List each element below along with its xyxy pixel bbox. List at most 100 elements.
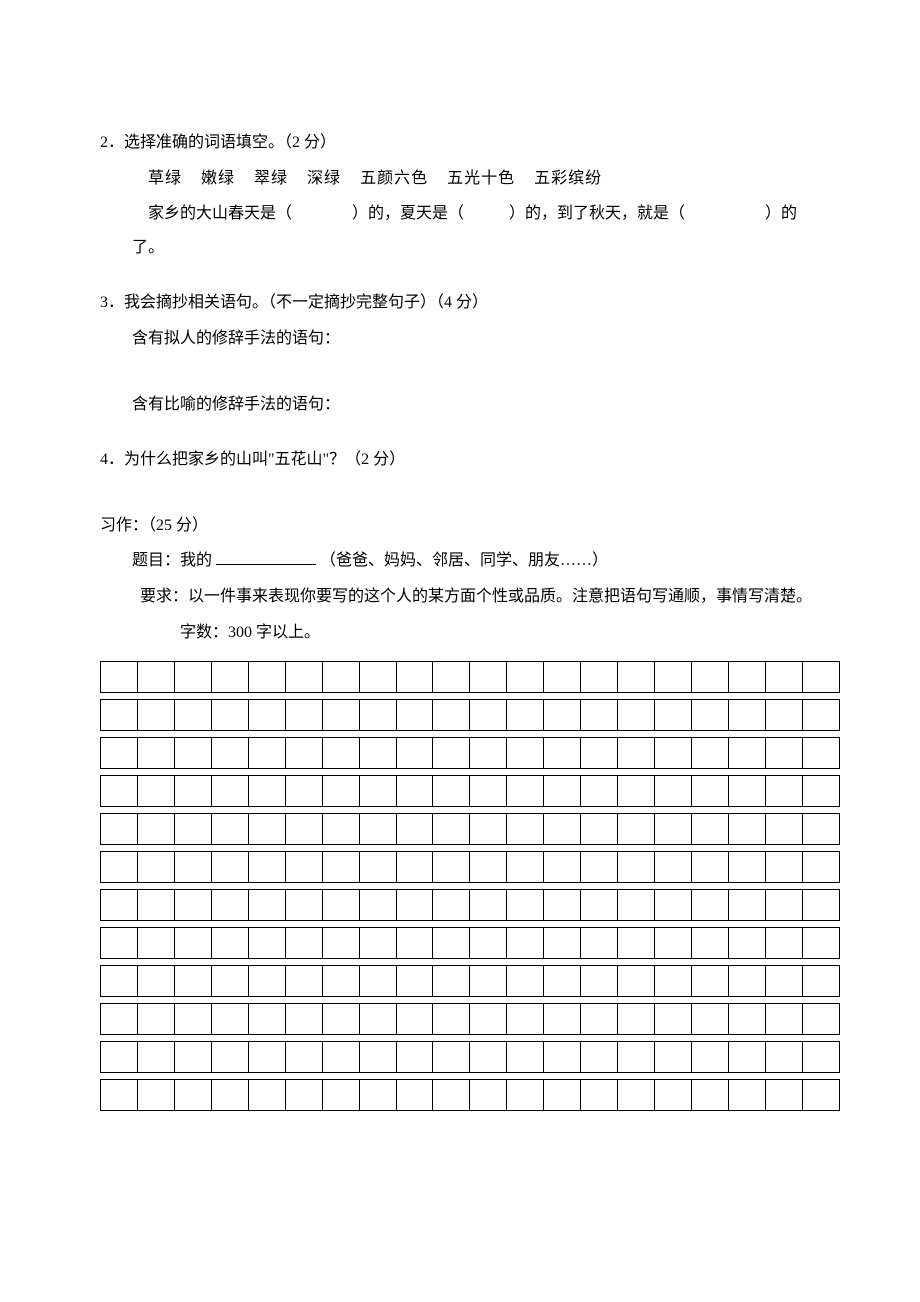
grid-cell[interactable] bbox=[802, 738, 839, 769]
grid-cell[interactable] bbox=[470, 928, 507, 959]
grid-cell[interactable] bbox=[618, 662, 655, 693]
grid-cell[interactable] bbox=[692, 1004, 729, 1035]
grid-cell[interactable] bbox=[322, 776, 359, 807]
grid-cell[interactable] bbox=[359, 890, 396, 921]
grid-cell[interactable] bbox=[101, 1004, 138, 1035]
grid-cell[interactable] bbox=[507, 1004, 544, 1035]
grid-cell[interactable] bbox=[544, 814, 581, 845]
grid-cell[interactable] bbox=[470, 700, 507, 731]
grid-cell[interactable] bbox=[285, 1042, 322, 1073]
grid-cell[interactable] bbox=[581, 890, 618, 921]
grid-cell[interactable] bbox=[322, 1080, 359, 1111]
grid-cell[interactable] bbox=[692, 738, 729, 769]
grid-cell[interactable] bbox=[765, 1004, 802, 1035]
grid-cell[interactable] bbox=[655, 662, 692, 693]
grid-cell[interactable] bbox=[765, 776, 802, 807]
grid-cell[interactable] bbox=[507, 966, 544, 997]
grid-cell[interactable] bbox=[174, 1042, 211, 1073]
grid-cell[interactable] bbox=[544, 1042, 581, 1073]
grid-cell[interactable] bbox=[101, 776, 138, 807]
grid-cell[interactable] bbox=[322, 928, 359, 959]
grid-cell[interactable] bbox=[174, 776, 211, 807]
grid-cell[interactable] bbox=[211, 662, 248, 693]
grid-row-table[interactable] bbox=[100, 661, 840, 693]
grid-cell[interactable] bbox=[802, 1042, 839, 1073]
grid-cell[interactable] bbox=[433, 1080, 470, 1111]
grid-cell[interactable] bbox=[359, 852, 396, 883]
grid-row-table[interactable] bbox=[100, 813, 840, 845]
grid-cell[interactable] bbox=[285, 966, 322, 997]
grid-cell[interactable] bbox=[359, 1080, 396, 1111]
grid-cell[interactable] bbox=[211, 1004, 248, 1035]
grid-cell[interactable] bbox=[101, 814, 138, 845]
grid-cell[interactable] bbox=[692, 852, 729, 883]
grid-cell[interactable] bbox=[248, 814, 285, 845]
grid-cell[interactable] bbox=[322, 738, 359, 769]
grid-cell[interactable] bbox=[581, 1004, 618, 1035]
grid-cell[interactable] bbox=[285, 662, 322, 693]
grid-cell[interactable] bbox=[211, 928, 248, 959]
grid-cell[interactable] bbox=[137, 700, 174, 731]
grid-cell[interactable] bbox=[322, 852, 359, 883]
grid-cell[interactable] bbox=[692, 662, 729, 693]
grid-cell[interactable] bbox=[101, 1080, 138, 1111]
grid-cell[interactable] bbox=[248, 1080, 285, 1111]
grid-cell[interactable] bbox=[248, 1042, 285, 1073]
grid-cell[interactable] bbox=[433, 852, 470, 883]
grid-cell[interactable] bbox=[618, 1004, 655, 1035]
grid-cell[interactable] bbox=[618, 814, 655, 845]
grid-cell[interactable] bbox=[655, 814, 692, 845]
grid-cell[interactable] bbox=[802, 928, 839, 959]
grid-cell[interactable] bbox=[322, 814, 359, 845]
grid-cell[interactable] bbox=[655, 890, 692, 921]
grid-cell[interactable] bbox=[544, 1004, 581, 1035]
grid-cell[interactable] bbox=[692, 1042, 729, 1073]
grid-cell[interactable] bbox=[470, 738, 507, 769]
grid-cell[interactable] bbox=[765, 928, 802, 959]
grid-cell[interactable] bbox=[211, 1080, 248, 1111]
grid-cell[interactable] bbox=[802, 776, 839, 807]
grid-cell[interactable] bbox=[470, 852, 507, 883]
grid-cell[interactable] bbox=[692, 890, 729, 921]
grid-cell[interactable] bbox=[285, 928, 322, 959]
grid-cell[interactable] bbox=[802, 662, 839, 693]
grid-cell[interactable] bbox=[544, 700, 581, 731]
grid-cell[interactable] bbox=[507, 738, 544, 769]
grid-cell[interactable] bbox=[248, 1004, 285, 1035]
grid-cell[interactable] bbox=[433, 1042, 470, 1073]
grid-cell[interactable] bbox=[728, 966, 765, 997]
grid-cell[interactable] bbox=[396, 890, 433, 921]
grid-cell[interactable] bbox=[137, 1080, 174, 1111]
grid-cell[interactable] bbox=[507, 700, 544, 731]
grid-cell[interactable] bbox=[433, 700, 470, 731]
grid-cell[interactable] bbox=[802, 890, 839, 921]
grid-cell[interactable] bbox=[802, 1004, 839, 1035]
grid-cell[interactable] bbox=[322, 1042, 359, 1073]
grid-cell[interactable] bbox=[359, 814, 396, 845]
grid-cell[interactable] bbox=[433, 738, 470, 769]
grid-cell[interactable] bbox=[618, 1080, 655, 1111]
grid-cell[interactable] bbox=[507, 890, 544, 921]
grid-cell[interactable] bbox=[728, 1004, 765, 1035]
grid-cell[interactable] bbox=[728, 1080, 765, 1111]
grid-cell[interactable] bbox=[322, 966, 359, 997]
grid-row-table[interactable] bbox=[100, 927, 840, 959]
grid-cell[interactable] bbox=[581, 928, 618, 959]
grid-cell[interactable] bbox=[396, 814, 433, 845]
grid-cell[interactable] bbox=[544, 738, 581, 769]
grid-cell[interactable] bbox=[396, 1080, 433, 1111]
grid-cell[interactable] bbox=[248, 662, 285, 693]
grid-cell[interactable] bbox=[581, 852, 618, 883]
grid-cell[interactable] bbox=[728, 662, 765, 693]
grid-cell[interactable] bbox=[728, 890, 765, 921]
answer-space[interactable] bbox=[100, 352, 820, 382]
grid-cell[interactable] bbox=[581, 1080, 618, 1111]
grid-cell[interactable] bbox=[655, 1004, 692, 1035]
grid-cell[interactable] bbox=[765, 662, 802, 693]
grid-cell[interactable] bbox=[765, 814, 802, 845]
grid-cell[interactable] bbox=[581, 814, 618, 845]
grid-cell[interactable] bbox=[359, 738, 396, 769]
grid-cell[interactable] bbox=[655, 776, 692, 807]
grid-cell[interactable] bbox=[470, 662, 507, 693]
grid-cell[interactable] bbox=[581, 662, 618, 693]
